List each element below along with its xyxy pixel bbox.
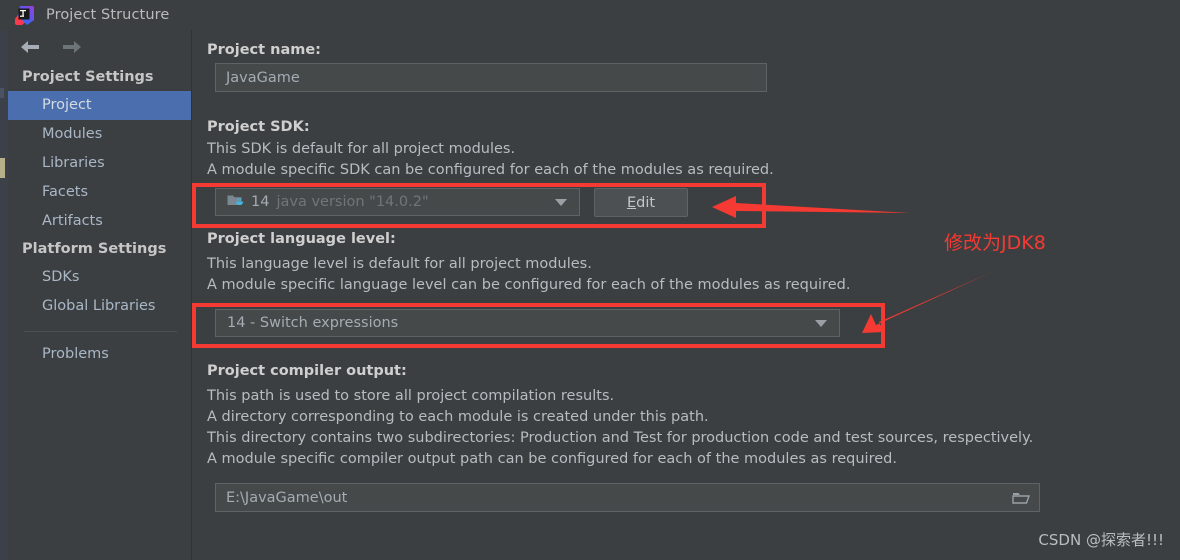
- left-strip-marker-1: [0, 88, 4, 98]
- project-sdk-desc-1: This SDK is default for all project modu…: [207, 141, 516, 157]
- sidebar-group-project-settings: Project Settings: [22, 69, 154, 85]
- project-sdk-desc-2: A module specific SDK can be configured …: [207, 162, 774, 178]
- sidebar-item-sdks[interactable]: SDKs: [8, 263, 191, 292]
- sidebar-item-global-libraries[interactable]: Global Libraries: [8, 292, 191, 321]
- compiler-output-label: Project compiler output:: [207, 363, 407, 379]
- project-sdk-combobox[interactable]: 14 java version "14.0.2": [215, 188, 580, 216]
- compiler-output-path-value: E:\JavaGame\out: [226, 489, 348, 506]
- sidebar-item-project[interactable]: Project: [8, 91, 191, 120]
- project-sdk-label: Project SDK:: [207, 119, 310, 135]
- sidebar-divider: [24, 331, 177, 332]
- project-sdk-detail: java version "14.0.2": [276, 194, 429, 210]
- intellij-idea-icon: [15, 5, 34, 25]
- language-level-value: 14 - Switch expressions: [227, 315, 399, 331]
- sidebar-item-artifacts[interactable]: Artifacts: [8, 207, 191, 236]
- project-name-input[interactable]: JavaGame: [215, 63, 767, 92]
- sidebar-item-modules[interactable]: Modules: [8, 120, 191, 149]
- folder-open-icon[interactable]: [1012, 490, 1030, 505]
- arrow-right-icon[interactable]: [60, 36, 84, 58]
- project-sdk-value: 14: [251, 194, 270, 210]
- chevron-down-icon[interactable]: [555, 198, 567, 206]
- edit-button-mnemonic: E: [626, 194, 637, 211]
- project-sdk-combobox-content: 14 java version "14.0.2": [216, 193, 429, 212]
- compiler-output-desc-4: A module specific compiler output path c…: [207, 451, 897, 467]
- compiler-output-path-input[interactable]: E:\JavaGame\out: [215, 483, 1040, 512]
- sidebar-item-problems[interactable]: Problems: [8, 340, 191, 369]
- language-level-desc-1: This language level is default for all p…: [207, 256, 592, 272]
- navigation-row: [8, 30, 191, 64]
- left-strip-marker-2: [0, 158, 5, 178]
- edit-button-rest: dit: [636, 194, 656, 211]
- java-sdk-folder-icon: [227, 193, 244, 212]
- chevron-down-icon[interactable]: [815, 319, 827, 327]
- project-settings-panel: Project name: JavaGame Project SDK: This…: [193, 30, 1180, 560]
- compiler-output-desc-1: This path is used to store all project c…: [207, 388, 615, 404]
- project-structure-dialog: Project Structure Project Settings Proje…: [0, 0, 1180, 560]
- window-title: Project Structure: [46, 7, 170, 23]
- compiler-output-desc-3: This directory contains two subdirectori…: [207, 430, 1034, 446]
- left-edge-strip: [0, 30, 8, 560]
- language-level-combobox[interactable]: 14 - Switch expressions: [215, 309, 840, 337]
- arrow-left-icon[interactable]: [18, 36, 42, 58]
- settings-sidebar: Project Settings Project Modules Librari…: [8, 30, 192, 560]
- annotation-note: 修改为JDK8: [944, 232, 1046, 254]
- sidebar-group-platform-settings: Platform Settings: [22, 241, 167, 257]
- sidebar-item-facets[interactable]: Facets: [8, 178, 191, 207]
- watermark: CSDN @探索者!!!: [1038, 531, 1164, 549]
- language-level-desc-2: A module specific language level can be …: [207, 277, 851, 293]
- project-name-label: Project name:: [207, 42, 321, 58]
- language-level-label: Project language level:: [207, 231, 396, 247]
- window-titlebar: Project Structure: [0, 0, 1180, 30]
- sidebar-item-libraries[interactable]: Libraries: [8, 149, 191, 178]
- compiler-output-desc-2: A directory corresponding to each module…: [207, 409, 709, 425]
- edit-sdk-button[interactable]: Edit: [594, 188, 688, 217]
